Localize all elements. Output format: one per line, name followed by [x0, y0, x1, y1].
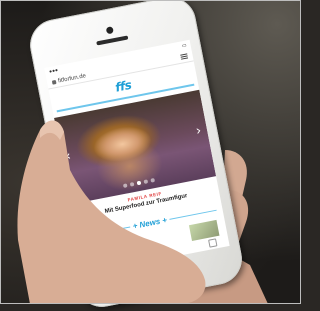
hand-thumb [17, 120, 206, 304]
hand-front [17, 120, 206, 304]
